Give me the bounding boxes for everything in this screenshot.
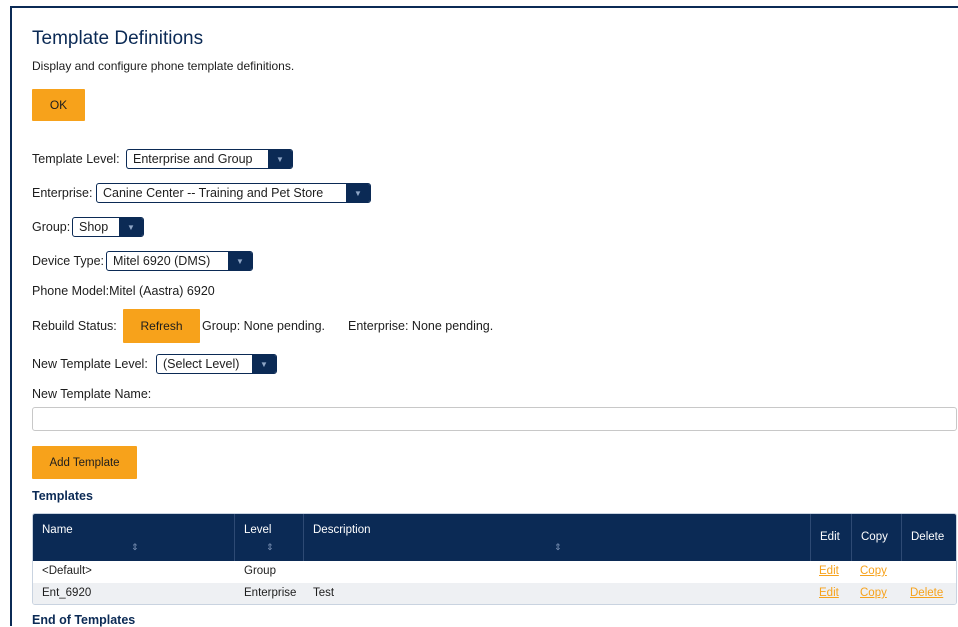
sort-icon: ⇕ <box>554 542 562 552</box>
column-delete-label: Delete <box>911 531 945 543</box>
row-name: <Default> <box>42 565 92 577</box>
new-template-level-value: (Select Level) <box>163 357 240 371</box>
edit-link[interactable]: Edit <box>819 587 839 599</box>
template-level-select[interactable]: Enterprise and Group ▼ <box>126 149 293 169</box>
add-template-button[interactable]: Add Template <box>32 446 137 479</box>
chevron-down-icon: ▼ <box>228 252 252 270</box>
column-header-level[interactable]: Level ⇕ <box>235 514 304 561</box>
row-level: Enterprise <box>244 587 297 599</box>
templates-table: Name ⇕ Level ⇕ Description ⇕ Edit Copy D… <box>32 513 957 605</box>
new-template-name-label: New Template Name: <box>32 387 152 401</box>
chevron-down-icon: ▼ <box>252 355 276 373</box>
chevron-down-icon: ▼ <box>268 150 292 168</box>
column-header-description[interactable]: Description ⇕ <box>304 514 811 561</box>
enterprise-label: Enterprise: <box>32 186 93 200</box>
group-select[interactable]: Shop ▼ <box>72 217 144 237</box>
edit-link[interactable]: Edit <box>819 565 839 577</box>
sort-icon: ⇕ <box>266 542 274 552</box>
enterprise-select[interactable]: Canine Center -- Training and Pet Store … <box>96 183 371 203</box>
column-name-label: Name <box>42 524 73 536</box>
table-row: Ent_6920 Enterprise Test Edit Copy Delet… <box>33 583 956 604</box>
rebuild-status-label: Rebuild Status: <box>32 319 117 333</box>
enterprise-rebuild-status: Enterprise: None pending. <box>348 319 494 333</box>
group-value: Shop <box>79 220 109 234</box>
column-copy-label: Copy <box>861 531 888 543</box>
row-name: Ent_6920 <box>42 587 92 599</box>
new-template-name-input[interactable] <box>32 407 957 431</box>
group-rebuild-status: Group: None pending. <box>202 319 326 333</box>
group-label: Group: <box>32 220 71 234</box>
page-title: Template Definitions <box>32 28 204 49</box>
enterprise-value: Canine Center -- Training and Pet Store <box>103 186 324 200</box>
phone-model-text: Phone Model:Mitel (Aastra) 6920 <box>32 284 215 298</box>
sort-icon: ⇕ <box>131 542 139 552</box>
row-level: Group <box>244 565 276 577</box>
column-header-edit: Edit <box>811 514 852 561</box>
new-template-level-label: New Template Level: <box>32 357 148 371</box>
column-header-name[interactable]: Name ⇕ <box>33 514 235 561</box>
copy-link[interactable]: Copy <box>860 565 887 577</box>
page-subtitle: Display and configure phone template def… <box>32 59 295 73</box>
refresh-button[interactable]: Refresh <box>123 309 200 343</box>
device-type-label: Device Type: <box>32 254 105 268</box>
device-type-select[interactable]: Mitel 6920 (DMS) ▼ <box>106 251 253 271</box>
column-header-delete: Delete <box>902 514 956 561</box>
device-type-value: Mitel 6920 (DMS) <box>113 254 211 268</box>
template-level-value: Enterprise and Group <box>133 152 253 166</box>
column-description-label: Description <box>313 524 371 536</box>
column-level-label: Level <box>244 524 272 536</box>
column-edit-label: Edit <box>820 531 840 543</box>
chevron-down-icon: ▼ <box>119 218 143 236</box>
end-of-templates: End of Templates <box>32 613 136 627</box>
templates-heading: Templates <box>32 489 93 503</box>
table-row: <Default> Group Edit Copy <box>33 561 956 583</box>
new-template-level-select[interactable]: (Select Level) ▼ <box>156 354 277 374</box>
row-description: Test <box>313 587 335 599</box>
table-header: Name ⇕ Level ⇕ Description ⇕ Edit Copy D… <box>33 514 956 561</box>
template-level-label: Template Level: <box>32 152 120 166</box>
delete-link[interactable]: Delete <box>910 587 943 599</box>
copy-link[interactable]: Copy <box>860 587 887 599</box>
column-header-copy: Copy <box>852 514 902 561</box>
ok-button[interactable]: OK <box>32 89 85 121</box>
chevron-down-icon: ▼ <box>346 184 370 202</box>
